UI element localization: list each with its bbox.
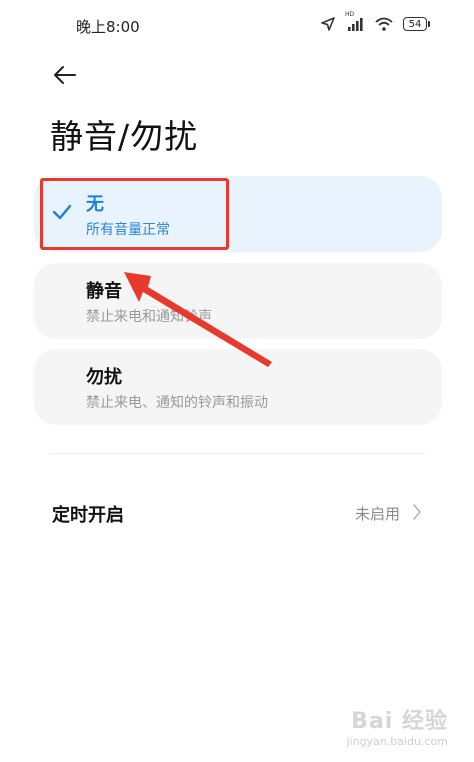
- option-title: 勿扰: [86, 367, 122, 388]
- location-icon: [321, 17, 335, 31]
- option-title: 无: [86, 194, 104, 215]
- page-title: 静音/勿扰: [50, 117, 199, 156]
- watermark-url: jingyan.baidu.com: [346, 735, 448, 748]
- divider: [50, 453, 425, 454]
- option-title: 静音: [86, 281, 122, 302]
- schedule-row[interactable]: 定时开启 未启用: [34, 482, 442, 542]
- battery-level: 54: [403, 17, 427, 31]
- watermark-brand: Bai 经验: [351, 709, 448, 734]
- check-icon: [52, 204, 72, 220]
- option-desc: 所有音量正常: [86, 222, 170, 238]
- option-silent[interactable]: 静音 禁止来电和通知铃声: [34, 263, 442, 339]
- wifi-icon: [375, 17, 393, 31]
- schedule-value: 未启用: [354, 505, 400, 523]
- schedule-label: 定时开启: [52, 505, 124, 526]
- option-do-not-disturb[interactable]: 勿扰 禁止来电、通知的铃声和振动: [34, 349, 442, 425]
- cellular-signal-icon: HD: [345, 11, 365, 31]
- watermark: Bai 经验 jingyan.baidu.com: [346, 703, 448, 748]
- status-time: 晚上8:00: [76, 18, 140, 36]
- status-bar: 晚上8:00 HD 54: [0, 0, 474, 52]
- back-arrow-icon: [54, 66, 76, 84]
- option-none[interactable]: 无 所有音量正常: [34, 176, 442, 252]
- status-icons: HD 54: [321, 11, 430, 31]
- back-button[interactable]: [50, 60, 80, 90]
- network-type-label: HD: [345, 11, 355, 18]
- chevron-right-icon: [413, 504, 421, 520]
- option-desc: 禁止来电和通知铃声: [86, 309, 212, 325]
- battery-icon: 54: [403, 17, 430, 31]
- option-desc: 禁止来电、通知的铃声和振动: [86, 395, 268, 411]
